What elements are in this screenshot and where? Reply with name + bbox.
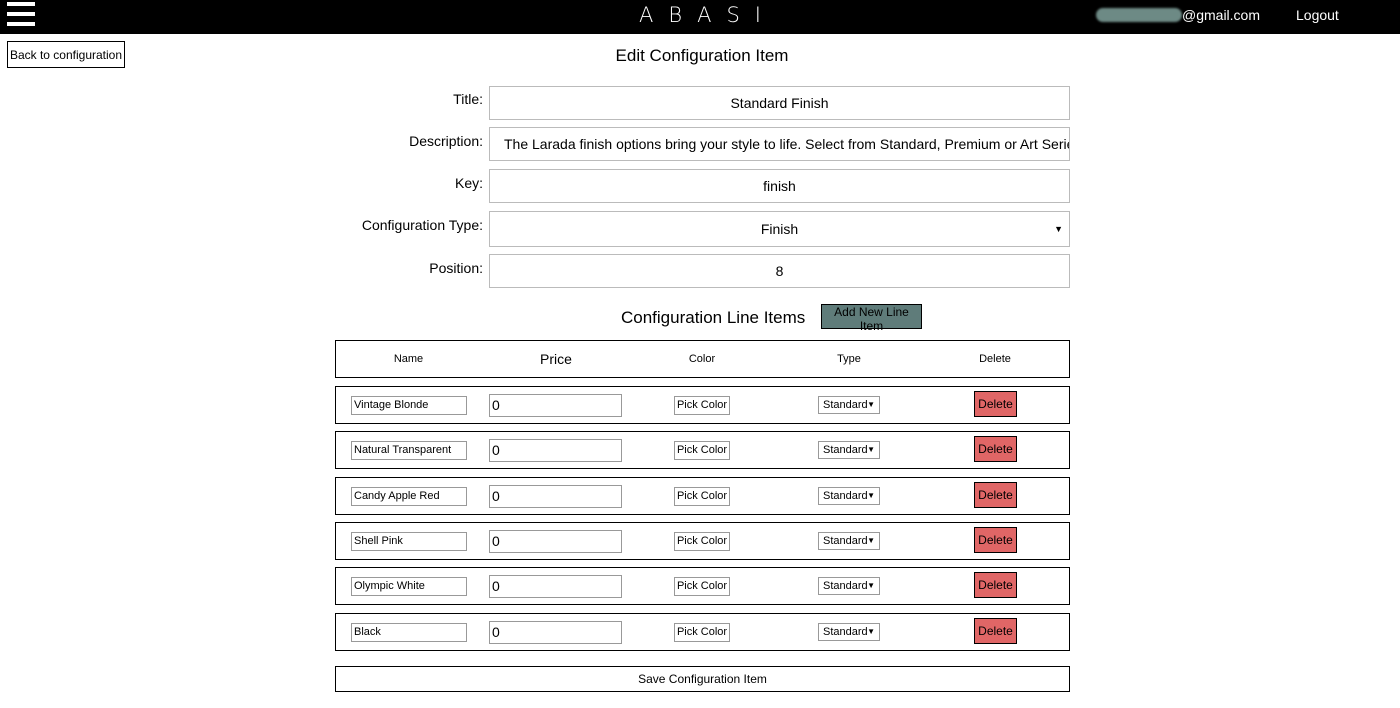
- column-price: Price: [540, 351, 572, 367]
- configuration-type-label: Configuration Type:: [361, 217, 483, 233]
- description-label: Description:: [409, 133, 483, 149]
- delete-line-item-button[interactable]: Delete: [974, 572, 1017, 598]
- line-item-row: Shell Pink 0 Pick Color Standard ▼ Delete: [335, 522, 1070, 560]
- pick-color-button[interactable]: Pick Color: [674, 487, 730, 506]
- line-item-type-value: Standard: [823, 580, 868, 592]
- configuration-type-select[interactable]: Finish ▼: [489, 211, 1070, 247]
- dropdown-caret-icon: ▼: [867, 627, 875, 636]
- line-item-type-select[interactable]: Standard ▼: [818, 396, 880, 414]
- line-item-type-select[interactable]: Standard ▼: [818, 532, 880, 550]
- delete-line-item-button[interactable]: Delete: [974, 391, 1017, 417]
- add-new-line-item-button[interactable]: Add New Line Item: [821, 304, 922, 333]
- line-item-price-input[interactable]: 0: [489, 394, 622, 417]
- dropdown-caret-icon: ▼: [867, 491, 875, 500]
- line-item-price-input[interactable]: 0: [489, 485, 622, 508]
- line-item-row: Candy Apple Red 0 Pick Color Standard ▼ D…: [335, 477, 1070, 515]
- top-navbar: ABASI @gmail.com Logout: [0, 0, 1400, 34]
- line-item-row: Natural Transparent 0 Pick Color Standar…: [335, 431, 1070, 469]
- line-item-name-input[interactable]: Natural Transparent: [351, 441, 467, 460]
- logout-link[interactable]: Logout: [1296, 7, 1339, 23]
- key-label: Key:: [454, 175, 483, 191]
- title-input[interactable]: Standard Finish: [489, 86, 1070, 120]
- pick-color-button[interactable]: Pick Color: [674, 441, 730, 460]
- description-input[interactable]: The Larada finish options bring your sty…: [489, 127, 1070, 161]
- line-item-price-input[interactable]: 0: [489, 439, 622, 462]
- line-item-type-value: Standard: [823, 535, 868, 547]
- pick-color-button[interactable]: Pick Color: [674, 577, 730, 596]
- delete-line-item-button[interactable]: Delete: [974, 527, 1017, 553]
- key-input[interactable]: finish: [489, 169, 1070, 203]
- line-item-type-value: Standard: [823, 490, 868, 502]
- save-configuration-item-button[interactable]: Save Configuration Item: [335, 666, 1070, 692]
- title-label: Title:: [453, 91, 483, 107]
- position-label: Position:: [429, 260, 483, 276]
- line-item-name-input[interactable]: Shell Pink: [351, 532, 467, 551]
- line-item-price-input[interactable]: 0: [489, 530, 622, 553]
- page-title: Edit Configuration Item: [615, 46, 789, 65]
- line-items-title: Configuration Line Items: [621, 308, 806, 327]
- dropdown-caret-icon: ▼: [867, 400, 875, 409]
- redacted-email-mask: [1096, 8, 1182, 22]
- line-item-name-input[interactable]: Black: [351, 623, 467, 642]
- column-name: Name: [393, 353, 424, 365]
- line-item-type-select[interactable]: Standard ▼: [818, 623, 880, 641]
- line-item-type-value: Standard: [823, 444, 868, 456]
- email-domain: @gmail.com: [1182, 7, 1261, 23]
- configuration-type-value: Finish: [760, 221, 799, 237]
- line-item-type-select[interactable]: Standard ▼: [818, 441, 880, 459]
- line-item-price-input[interactable]: 0: [489, 621, 622, 644]
- user-email: @gmail.com: [1096, 7, 1260, 23]
- line-item-type-select[interactable]: Standard ▼: [818, 487, 880, 505]
- line-items-header: Name Price Color Type Delete: [335, 340, 1070, 378]
- line-item-row: Black 0 Pick Color Standard ▼ Delete: [335, 613, 1070, 651]
- line-item-row: Vintage Blonde 0 Pick Color Standard ▼ De…: [335, 386, 1070, 424]
- delete-line-item-button[interactable]: Delete: [974, 482, 1017, 508]
- pick-color-button[interactable]: Pick Color: [674, 396, 730, 415]
- column-color: Color: [688, 353, 716, 365]
- line-item-name-input[interactable]: Vintage Blonde: [351, 396, 467, 415]
- line-item-name-input[interactable]: Candy Apple Red: [351, 487, 467, 506]
- delete-line-item-button[interactable]: Delete: [974, 618, 1017, 644]
- line-item-type-value: Standard: [823, 626, 868, 638]
- dropdown-caret-icon: ▼: [867, 445, 875, 454]
- column-delete: Delete: [979, 353, 1011, 365]
- dropdown-caret-icon: ▼: [867, 536, 875, 545]
- pick-color-button[interactable]: Pick Color: [674, 532, 730, 551]
- pick-color-button[interactable]: Pick Color: [674, 623, 730, 642]
- dropdown-caret-icon: ▼: [867, 581, 875, 590]
- delete-line-item-button[interactable]: Delete: [974, 436, 1017, 462]
- column-type: Type: [837, 353, 861, 365]
- line-item-type-value: Standard: [823, 399, 868, 411]
- position-input[interactable]: 8: [489, 254, 1070, 288]
- line-item-type-select[interactable]: Standard ▼: [818, 577, 880, 595]
- dropdown-caret-icon: ▼: [1054, 224, 1063, 234]
- line-item-price-input[interactable]: 0: [489, 575, 622, 598]
- line-item-name-input[interactable]: Olympic White: [351, 577, 467, 596]
- line-item-row: Olympic White 0 Pick Color Standard ▼ Del…: [335, 567, 1070, 605]
